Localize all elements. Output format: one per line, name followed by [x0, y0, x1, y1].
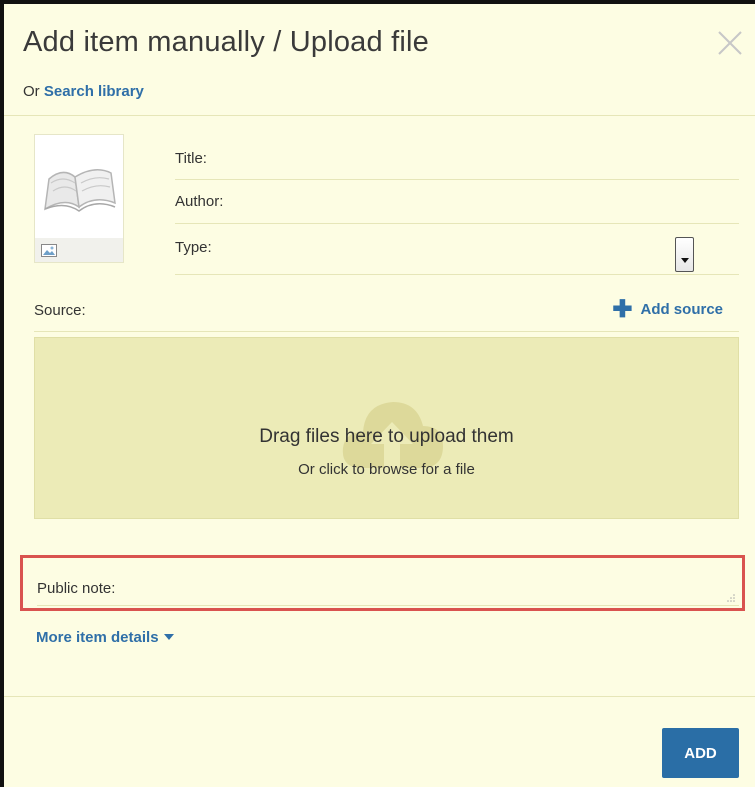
caret-down-icon — [163, 634, 174, 640]
more-item-details-toggle[interactable]: More item details — [36, 629, 174, 646]
dialog-title: Add item manually / Upload file — [23, 26, 429, 58]
item-thumbnail[interactable] — [34, 134, 124, 263]
dropzone-title: Drag files here to upload them — [259, 426, 514, 447]
file-dropzone[interactable]: Drag files here to upload them Or click … — [34, 337, 739, 519]
dialog-header: Add item manually / Upload file Or Searc… — [4, 4, 755, 116]
subline-prefix: Or — [23, 83, 40, 100]
search-library-link[interactable]: Search library — [44, 83, 144, 100]
resize-handle-icon[interactable] — [727, 594, 735, 602]
book-icon — [44, 169, 116, 212]
add-source-button[interactable]: ✚ Add source — [612, 296, 723, 323]
close-icon[interactable] — [715, 28, 745, 58]
title-field[interactable]: Title: — [175, 144, 739, 180]
title-label: Title: — [175, 150, 207, 167]
plus-icon: ✚ — [612, 296, 633, 323]
search-library-line: Or Search library — [23, 83, 144, 100]
source-row: Source: ✚ Add source — [34, 294, 739, 332]
add-source-label: Add source — [640, 301, 723, 318]
more-item-details-label: More item details — [36, 629, 159, 646]
author-label: Author: — [175, 193, 224, 210]
add-item-dialog: Add item manually / Upload file Or Searc… — [0, 0, 755, 787]
dropzone-subtitle[interactable]: Or click to browse for a file — [35, 461, 738, 478]
public-note-highlight: Public note: — [20, 555, 745, 611]
author-field[interactable]: Author: — [175, 187, 739, 224]
public-note-label: Public note: — [37, 580, 116, 597]
type-dropdown[interactable] — [675, 237, 694, 272]
source-label: Source: — [34, 302, 86, 319]
add-button[interactable]: ADD — [662, 728, 739, 778]
chevron-down-icon — [681, 258, 689, 263]
image-icon[interactable] — [41, 244, 57, 257]
footer-divider — [4, 696, 755, 697]
type-field: Type: — [175, 234, 739, 275]
type-label: Type: — [175, 239, 212, 256]
public-note-field[interactable]: Public note: — [37, 568, 739, 606]
